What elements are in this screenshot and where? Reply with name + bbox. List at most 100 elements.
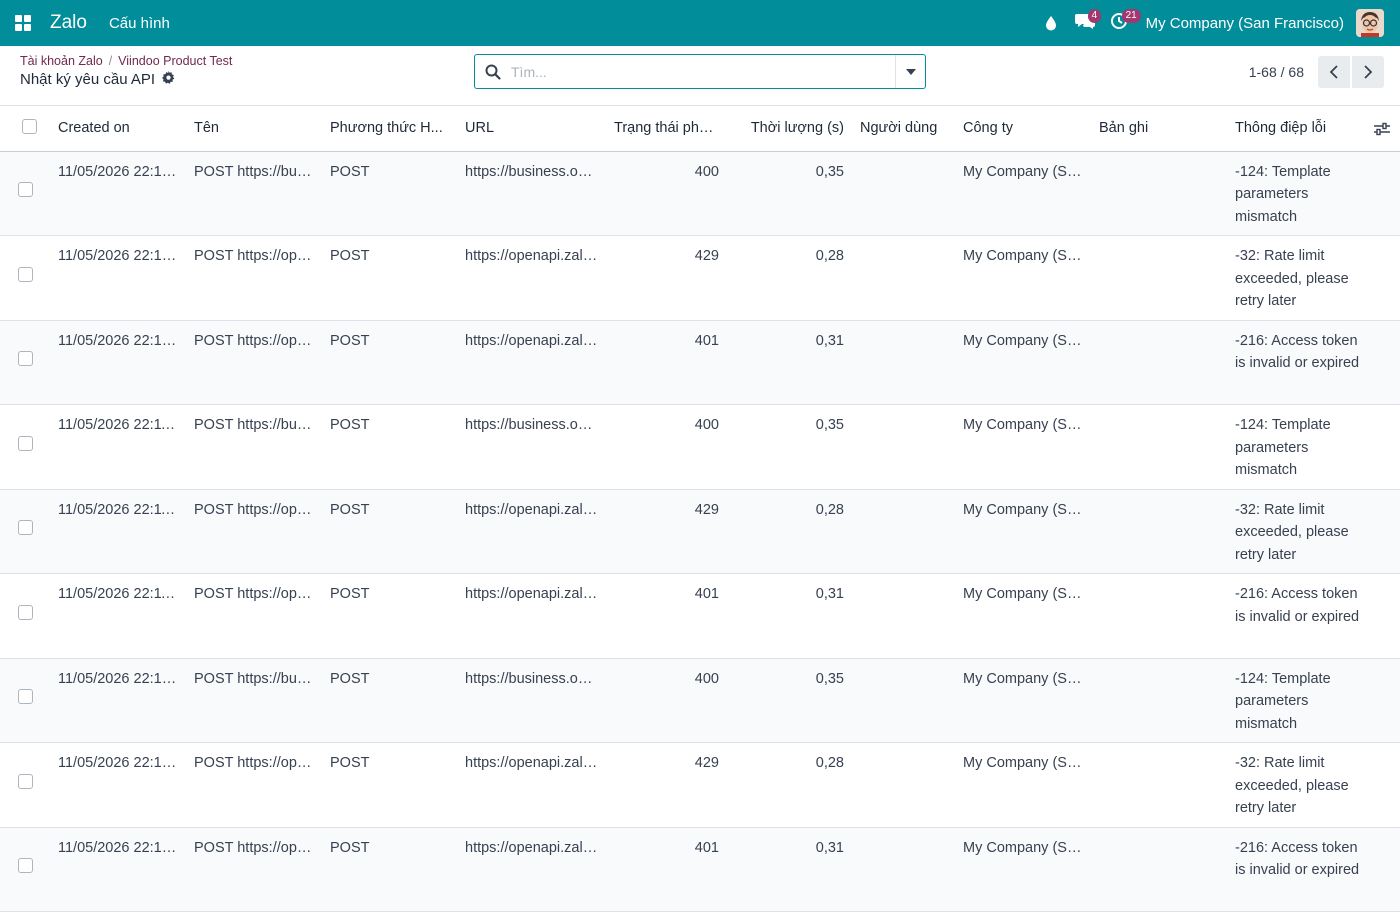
cell-error-message: -32: Rate limit exceeded, please retry l… <box>1227 742 1400 828</box>
row-select-cell <box>0 235 50 321</box>
cell-created-on: 11/05/2026 22:15:... <box>50 151 186 236</box>
table-row[interactable]: 11/05/2026 22:15:... POST https://opena p… <box>0 320 1400 405</box>
cell-duration: 0,28 <box>727 235 852 321</box>
cell-record <box>1091 827 1227 912</box>
cell-user <box>852 573 955 659</box>
list-view: Created on Tên Phương thức H... URL Trạn… <box>0 106 1400 912</box>
breadcrumb: Tài khoản Zalo / Viindoo Product Test <box>20 54 232 68</box>
row-checkbox[interactable] <box>17 520 33 535</box>
select-all-checkbox[interactable] <box>21 118 37 134</box>
cell-company: My Company (San Francisco) <box>955 151 1091 236</box>
cell-error-message: -216: Access token is invalid or expired <box>1227 573 1400 659</box>
cell-method: POST <box>322 489 457 574</box>
select-all-cell <box>0 106 50 152</box>
messages-badge: 4 <box>1087 9 1102 23</box>
row-checkbox[interactable] <box>17 182 33 197</box>
cell-error-message: -124: Template parameters mismatch <box>1227 151 1400 236</box>
cell-duration: 0,35 <box>727 151 852 236</box>
cell-error-message: -216: Access token is invalid or expired <box>1227 827 1400 912</box>
cell-duration: 0,31 <box>727 320 852 405</box>
company-switcher[interactable]: My Company (San Francisco) <box>1146 15 1344 32</box>
cell-url: https://openapi.zalo.me <box>457 827 606 912</box>
table-row[interactable]: 11/05/2026 22:15:... POST https://busine… <box>0 151 1400 236</box>
cell-created-on: 11/05/2026 22:11:... <box>50 573 186 659</box>
cell-user <box>852 235 955 321</box>
table-row[interactable]: 11/05/2026 22:15:... POST https://opena p… <box>0 235 1400 321</box>
drop-icon[interactable] <box>1034 0 1068 46</box>
cell-company: My Company (San Francisco) <box>955 489 1091 574</box>
avatar[interactable] <box>1356 9 1384 37</box>
cell-record <box>1091 742 1227 828</box>
table-row[interactable]: 11/05/2026 22:11:... POST https://busine… <box>0 404 1400 490</box>
cell-error-message: -124: Template parameters mismatch <box>1227 404 1400 490</box>
row-checkbox[interactable] <box>17 689 33 704</box>
cell-error-message: -32: Rate limit exceeded, please retry l… <box>1227 235 1400 321</box>
cell-url: https://business.openapi.zalo.me <box>457 151 606 236</box>
column-header-user[interactable]: Người dùng <box>852 106 955 152</box>
cell-record <box>1091 658 1227 743</box>
apps-grid-icon[interactable] <box>0 0 46 46</box>
cell-status: 401 <box>606 827 727 912</box>
cell-created-on: 11/05/2026 22:11:... <box>50 404 186 490</box>
breadcrumb-product-test[interactable]: Viindoo Product Test <box>118 54 232 68</box>
cell-created-on: 11/05/2026 22:10:... <box>50 658 186 743</box>
pager: 1-68 / 68 <box>1249 56 1384 88</box>
activities-badge: 21 <box>1121 9 1141 23</box>
column-header-error-message[interactable]: Thông điệp lỗi <box>1227 106 1400 152</box>
control-panel: Tài khoản Zalo / Viindoo Product Test Nhật… <box>0 46 1400 106</box>
pager-previous-button[interactable] <box>1318 56 1350 88</box>
cell-name: POST https://business.openapi.zalo.me <box>186 404 322 490</box>
row-select-cell <box>0 320 50 405</box>
cell-name: POST https://openapi.zalo.me <box>186 573 322 659</box>
search-options-toggle[interactable] <box>895 55 925 88</box>
row-checkbox[interactable] <box>17 351 33 366</box>
column-header-company[interactable]: Công ty <box>955 106 1091 152</box>
row-checkbox[interactable] <box>17 435 33 451</box>
cell-created-on: 11/05/2026 22:15:... <box>50 320 186 405</box>
cell-user <box>852 404 955 490</box>
cell-company: My Company (San Francisco) <box>955 573 1091 659</box>
cell-status: 401 <box>606 320 727 405</box>
table-row[interactable]: 11/05/2026 22:10:... POST https://opena p… <box>0 827 1400 912</box>
table-row[interactable]: 11/05/2026 22:11:... POST https://opena p… <box>0 573 1400 659</box>
activities-button[interactable]: 21 <box>1102 0 1141 46</box>
api-request-log-table: Created on Tên Phương thức H... URL Trạn… <box>0 106 1400 912</box>
cell-name: POST https://openapi.zalo.me <box>186 235 322 321</box>
column-header-name[interactable]: Tên <box>186 106 322 152</box>
pager-next-button[interactable] <box>1352 56 1384 88</box>
cell-company: My Company (San Francisco) <box>955 658 1091 743</box>
sliders-icon[interactable] <box>1374 122 1390 140</box>
app-name[interactable]: Zalo <box>50 12 87 34</box>
column-header-created-on[interactable]: Created on <box>50 106 186 152</box>
cell-duration: 0,31 <box>727 827 852 912</box>
row-select-cell <box>0 573 50 659</box>
column-header-url[interactable]: URL <box>457 106 606 152</box>
search-input[interactable] <box>511 63 895 80</box>
table-row[interactable]: 11/05/2026 22:10:... POST https://busine… <box>0 658 1400 743</box>
column-header-duration[interactable]: Thời lượng (s) <box>727 106 852 152</box>
cell-company: My Company (San Francisco) <box>955 404 1091 490</box>
breadcrumb-zalo-account[interactable]: Tài khoản Zalo <box>20 54 103 68</box>
row-checkbox[interactable] <box>17 773 33 789</box>
row-checkbox[interactable] <box>17 266 33 282</box>
cell-created-on: 11/05/2026 22:10:... <box>50 827 186 912</box>
table-row[interactable]: 11/05/2026 22:11:... POST https://opena p… <box>0 489 1400 574</box>
row-select-cell <box>0 151 50 236</box>
row-checkbox[interactable] <box>17 604 33 620</box>
cell-method: POST <box>322 573 457 659</box>
cell-status: 429 <box>606 742 727 828</box>
column-header-status[interactable]: Trạng thái phản... <box>606 106 727 152</box>
row-select-cell <box>0 827 50 912</box>
column-header-record[interactable]: Bản ghi <box>1091 106 1227 152</box>
pager-value[interactable]: 1-68 / 68 <box>1249 64 1304 80</box>
chevron-right-icon <box>1364 65 1373 79</box>
column-header-method[interactable]: Phương thức H... <box>322 106 457 152</box>
messages-button[interactable]: 4 <box>1068 0 1102 46</box>
row-checkbox[interactable] <box>17 858 33 873</box>
cell-duration: 0,28 <box>727 489 852 574</box>
cell-company: My Company (San Francisco) <box>955 320 1091 405</box>
table-row[interactable]: 11/05/2026 22:10:... POST https://opena p… <box>0 742 1400 828</box>
gear-icon[interactable] <box>162 71 175 88</box>
cell-method: POST <box>322 742 457 828</box>
menu-config[interactable]: Cấu hình <box>109 15 170 32</box>
